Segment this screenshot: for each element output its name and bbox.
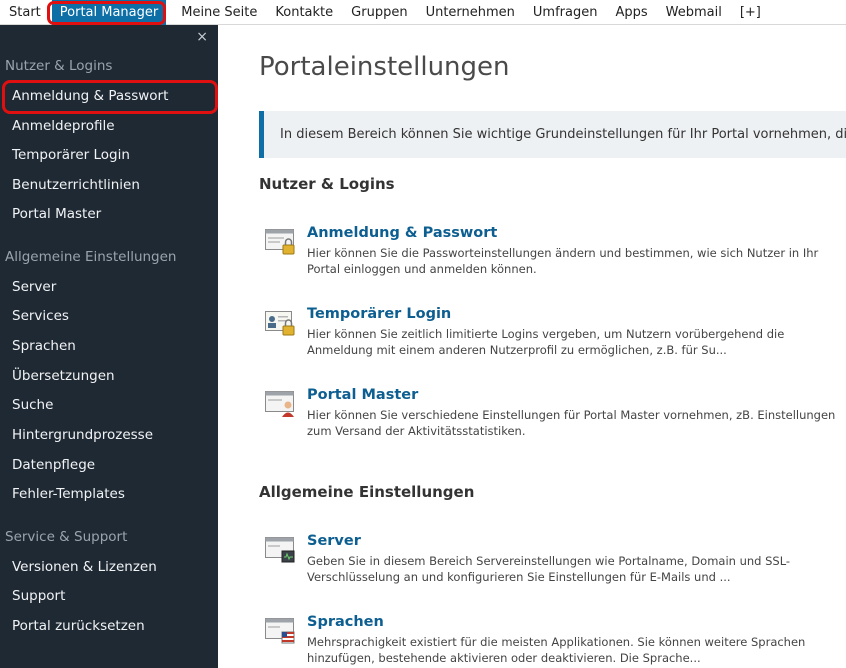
nav-more[interactable]: [+] [731, 0, 770, 25]
sidebar-item-anmeldeprofile[interactable]: Anmeldeprofile [12, 118, 115, 134]
card-title-anmeldung-passwort[interactable]: Anmeldung & Passwort [307, 225, 497, 241]
nav-start[interactable]: Start [0, 0, 50, 25]
nav-webmail[interactable]: Webmail [657, 0, 731, 25]
sidebar-item-temporaerer-login[interactable]: Temporärer Login [12, 147, 130, 163]
card-description: Mehrsprachigkeit existiert für die meist… [307, 635, 806, 665]
sidebar-item-services[interactable]: Services [12, 308, 69, 324]
nav-meine-seite[interactable]: Meine Seite [172, 0, 266, 25]
card-description: Hier können Sie zeitlich limitierte Logi… [307, 327, 785, 357]
id-card-lock-icon [265, 311, 295, 336]
nav-apps[interactable]: Apps [606, 0, 656, 25]
sidebar-item-sprachen[interactable]: Sprachen [12, 338, 76, 354]
sidebar-item-uebersetzungen[interactable]: Übersetzungen [12, 368, 115, 384]
sidebar-item-versionen-lizenzen[interactable]: Versionen & Lizenzen [12, 559, 157, 575]
page-title: Portaleinstellungen [259, 52, 510, 82]
sidebar: × Nutzer & Logins Anmeldung & Passwort A… [0, 25, 218, 668]
sidebar-item-support[interactable]: Support [12, 588, 65, 604]
server-window-icon [265, 537, 295, 563]
sidebar-item-portal-zuruecksetzen[interactable]: Portal zurücksetzen [12, 618, 145, 634]
admin-window-icon [265, 391, 294, 417]
flag-window-icon [265, 618, 295, 644]
section-heading: Nutzer & Logins [259, 175, 395, 193]
top-navigation: Start Portal Manager Meine Seite Kontakt… [0, 0, 846, 25]
sidebar-section-title: Service & Support [5, 529, 128, 545]
sidebar-item-benutzerrichtlinien[interactable]: Benutzerrichtlinien [12, 177, 140, 193]
card-description: Hier können Sie die Passworteinstellunge… [307, 246, 819, 276]
card-title-temporaerer-login[interactable]: Temporärer Login [307, 306, 451, 322]
nav-umfragen[interactable]: Umfragen [524, 0, 607, 25]
info-box: In diesem Bereich können Sie wichtige Gr… [259, 111, 846, 158]
nav-gruppen[interactable]: Gruppen [342, 0, 416, 25]
section-heading: Allgemeine Einstellungen [259, 483, 475, 501]
sidebar-item-fehler-templates[interactable]: Fehler-Templates [12, 486, 125, 502]
sidebar-section-title: Allgemeine Einstellungen [5, 249, 177, 265]
nav-unternehmen[interactable]: Unternehmen [417, 0, 524, 25]
nav-portal-manager[interactable]: Portal Manager [51, 0, 167, 25]
card-description: Hier können Sie verschiedene Einstellung… [307, 408, 836, 438]
sidebar-item-hintergrundprozesse[interactable]: Hintergrundprozesse [12, 427, 153, 443]
card-title-server[interactable]: Server [307, 533, 361, 549]
main-content: Portaleinstellungen In diesem Bereich kö… [218, 25, 846, 668]
sidebar-section-title: Nutzer & Logins [5, 58, 113, 74]
sidebar-item-datenpflege[interactable]: Datenpflege [12, 457, 95, 473]
close-icon[interactable]: × [196, 29, 208, 45]
card-title-portal-master[interactable]: Portal Master [307, 387, 418, 403]
card-title-sprachen[interactable]: Sprachen [307, 614, 384, 630]
sidebar-item-suche[interactable]: Suche [12, 397, 53, 413]
lock-window-icon [265, 229, 295, 255]
card-description: Geben Sie in diesem Bereich Servereinste… [307, 554, 791, 584]
nav-kontakte[interactable]: Kontakte [266, 0, 342, 25]
sidebar-item-anmeldung-passwort[interactable]: Anmeldung & Passwort [12, 88, 168, 104]
sidebar-item-portal-master[interactable]: Portal Master [12, 206, 101, 222]
sidebar-item-server[interactable]: Server [12, 279, 56, 295]
